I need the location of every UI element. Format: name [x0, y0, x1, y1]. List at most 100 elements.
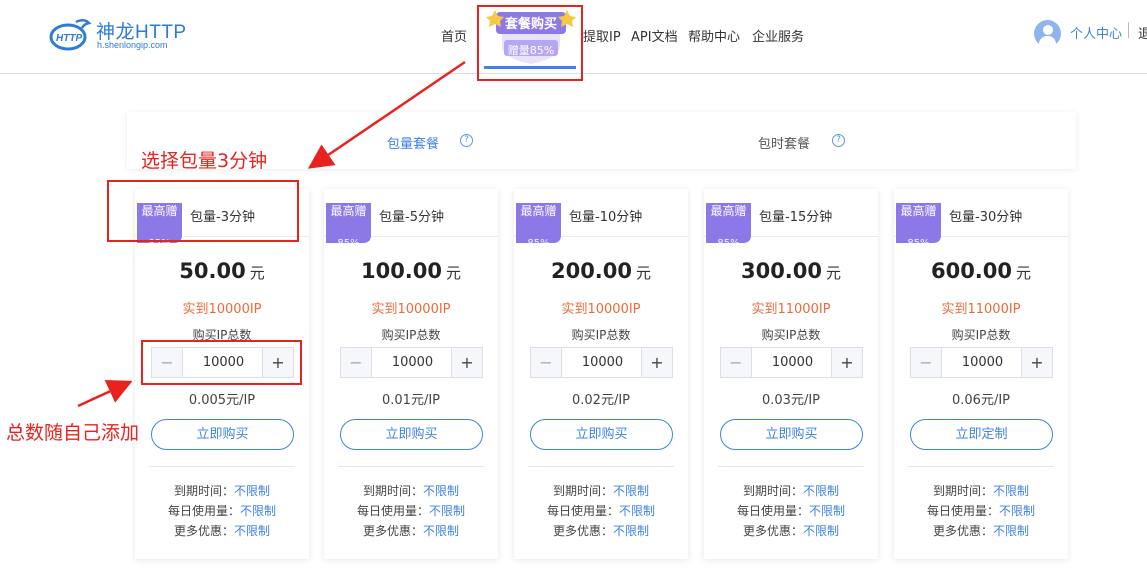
- buy-now-button[interactable]: 立即定制: [910, 419, 1053, 450]
- decrement-button[interactable]: −: [911, 348, 942, 377]
- price-amount: 300.00: [740, 259, 823, 283]
- daily-usage-value: 不限制: [619, 504, 656, 518]
- expire-info: 到期时间：不限制: [135, 482, 309, 499]
- daily-usage-value: 不限制: [809, 504, 846, 518]
- increment-button[interactable]: +: [451, 348, 482, 377]
- buy-now-button[interactable]: 立即购买: [340, 419, 483, 450]
- daily-usage-label: 每日使用量：: [926, 504, 999, 518]
- package-name: 包量-5分钟: [379, 210, 444, 225]
- more-discount-info: 更多优惠：不限制: [324, 522, 498, 539]
- increment-button[interactable]: +: [641, 348, 672, 377]
- logo-domain: h.shenlongip.com: [97, 40, 168, 50]
- buy-ip-total-label: 购买IP总数: [761, 328, 821, 342]
- package-price: 300.00 元: [704, 259, 878, 283]
- increment-button[interactable]: +: [831, 348, 862, 377]
- buy-now-button[interactable]: 立即购买: [720, 419, 863, 450]
- expire-label: 到期时间：: [932, 484, 993, 498]
- question-icon[interactable]: ?: [460, 134, 473, 147]
- more-discount-info: 更多优惠：不限制: [704, 522, 878, 539]
- daily-usage-info: 每日使用量：不限制: [324, 502, 498, 519]
- quantity-stepper: − +: [530, 347, 673, 378]
- nav-home[interactable]: 首页: [441, 26, 467, 45]
- quantity-input[interactable]: [943, 348, 1022, 377]
- buy-now-button[interactable]: 立即购买: [530, 419, 673, 450]
- expire-value: 不限制: [803, 484, 840, 498]
- nav-help-center[interactable]: 帮助中心: [688, 26, 740, 45]
- package-price: 100.00 元: [324, 259, 498, 283]
- unit-price: 0.02元/IP: [572, 393, 630, 408]
- ribbon-percent: 85%: [907, 238, 930, 249]
- nav-enterprise[interactable]: 企业服务: [752, 26, 804, 45]
- expire-label: 到期时间：: [742, 484, 803, 498]
- nav-extract-ip[interactable]: 提取IP: [583, 26, 621, 45]
- more-discount-label: 更多优惠：: [362, 524, 423, 538]
- ribbon-label: 最高赠: [710, 204, 747, 218]
- ribbon-label: 最高赠: [900, 204, 937, 218]
- actual-ip-count: 实到10000IP: [371, 302, 451, 317]
- ribbon-percent: 85%: [337, 238, 360, 249]
- quantity-input[interactable]: [563, 348, 642, 377]
- highlight-box-card-name: [107, 180, 299, 242]
- user-center-link[interactable]: 个人中心: [1070, 23, 1122, 42]
- highlight-box-stepper: [141, 340, 302, 385]
- unit-price: 0.005元/IP: [188, 393, 256, 408]
- ribbon-percent: 85%: [717, 238, 740, 249]
- expire-label: 到期时间：: [362, 484, 423, 498]
- daily-usage-info: 每日使用量：不限制: [135, 502, 309, 519]
- tab-package-by-volume[interactable]: 包量套餐: [387, 133, 439, 152]
- increment-button[interactable]: +: [1021, 348, 1052, 377]
- daily-usage-info: 每日使用量：不限制: [894, 502, 1068, 519]
- quantity-stepper: − +: [720, 347, 863, 378]
- daily-usage-info: 每日使用量：不限制: [514, 502, 688, 519]
- price-unit: 元: [446, 264, 462, 282]
- actual-ip-count: 实到11000IP: [941, 302, 1021, 317]
- daily-usage-value: 不限制: [429, 504, 466, 518]
- logout-link[interactable]: 退: [1138, 23, 1147, 42]
- price-amount: 200.00: [550, 259, 633, 283]
- card-divider: [149, 466, 295, 467]
- package-price: 600.00 元: [894, 259, 1068, 283]
- expire-label: 到期时间：: [552, 484, 613, 498]
- package-name: 包量-15分钟: [759, 210, 833, 225]
- package-card: 最高赠 85% 包量-15分钟 300.00 元 实到11000IP 购买IP总数…: [704, 189, 878, 559]
- annotation-quantity-hint: 总数随自己添加: [6, 422, 140, 444]
- card-divider: [338, 466, 484, 467]
- unit-price: 0.03元/IP: [762, 393, 820, 408]
- package-name: 包量-10分钟: [569, 210, 643, 225]
- daily-usage-info: 每日使用量：不限制: [704, 502, 878, 519]
- more-discount-value: 不限制: [234, 524, 271, 538]
- decrement-button[interactable]: −: [531, 348, 562, 377]
- ribbon-percent: 85%: [527, 238, 550, 249]
- daily-usage-value: 不限制: [240, 504, 277, 518]
- more-discount-value: 不限制: [993, 524, 1030, 538]
- price-amount: 100.00: [360, 259, 443, 283]
- daily-usage-label: 每日使用量：: [167, 504, 240, 518]
- nav-api-docs[interactable]: API文档: [631, 26, 678, 45]
- expire-info: 到期时间：不限制: [704, 482, 878, 499]
- buy-now-button[interactable]: 立即购买: [151, 419, 294, 450]
- card-divider: [718, 466, 864, 467]
- decrement-button[interactable]: −: [721, 348, 752, 377]
- question-icon[interactable]: ?: [832, 134, 845, 147]
- quantity-input[interactable]: [753, 348, 832, 377]
- avatar-icon[interactable]: [1034, 20, 1061, 47]
- tab-package-by-time[interactable]: 包时套餐: [758, 133, 810, 152]
- daily-usage-value: 不限制: [999, 504, 1036, 518]
- decrement-button[interactable]: −: [341, 348, 372, 377]
- more-discount-value: 不限制: [613, 524, 650, 538]
- more-discount-info: 更多优惠：不限制: [894, 522, 1068, 539]
- user-menu-separator: [1128, 22, 1129, 38]
- package-name: 包量-30分钟: [949, 210, 1023, 225]
- expire-value: 不限制: [613, 484, 650, 498]
- more-discount-label: 更多优惠：: [742, 524, 803, 538]
- actual-ip-count: 实到11000IP: [751, 302, 831, 317]
- expire-label: 到期时间：: [173, 484, 234, 498]
- daily-usage-label: 每日使用量：: [736, 504, 809, 518]
- site-logo[interactable]: HTTP 神龙HTTP h.shenlongip.com: [48, 14, 188, 54]
- quantity-stepper: − +: [340, 347, 483, 378]
- package-card: 最高赠 85% 包量-10分钟 200.00 元 实到10000IP 购买IP总数…: [514, 189, 688, 559]
- quantity-input[interactable]: [373, 348, 452, 377]
- ribbon-label: 最高赠: [520, 204, 557, 218]
- more-discount-value: 不限制: [423, 524, 460, 538]
- buy-ip-total-label: 购买IP总数: [381, 328, 441, 342]
